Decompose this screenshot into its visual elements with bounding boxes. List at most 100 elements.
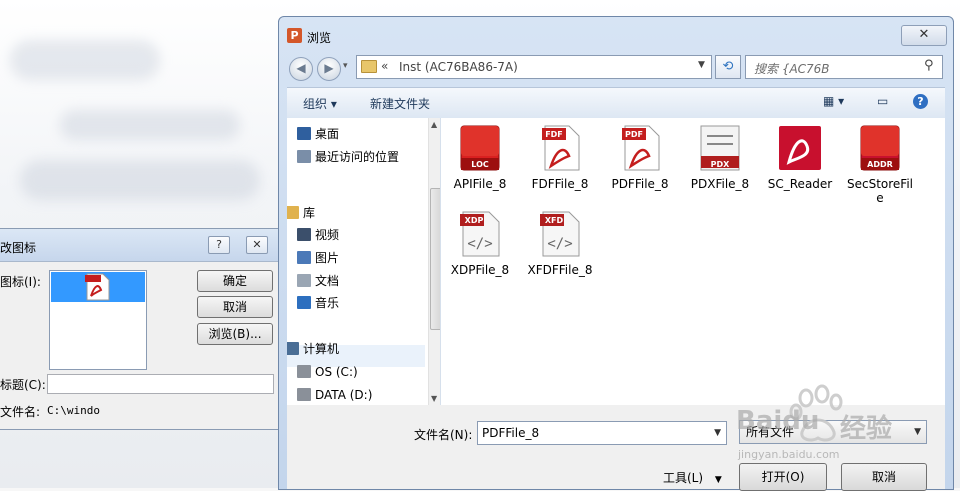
file-name: SecStoreFile [846, 177, 913, 205]
change-view-icon[interactable]: ▦ ▾ [823, 94, 844, 108]
nav-item[interactable]: OS (C:) [297, 362, 358, 382]
file-type-select[interactable]: 所有文件 ▼ [739, 420, 927, 444]
nav-item-label: OS (C:) [315, 365, 358, 379]
file-type-badge: PDF [625, 130, 643, 139]
filename-label: 文件名(N): [414, 428, 473, 442]
new-folder-button[interactable]: 新建文件夹 [370, 95, 430, 112]
recent-places-icon [297, 150, 311, 163]
nav-item[interactable]: 图片 [297, 248, 340, 268]
powerpoint-app-icon: P [287, 28, 302, 43]
file-name: FDFFile_8 [531, 177, 589, 191]
nav-item[interactable]: 音乐 [297, 293, 340, 313]
file-type-badge: ADDR [867, 160, 893, 169]
libraries-icon [287, 206, 299, 219]
address-dropdown-icon[interactable]: ▼ [698, 60, 705, 70]
filename-label: 文件名: [0, 405, 41, 419]
navigation-pane[interactable]: 桌面最近访问的位置库视频图片文档音乐计算机OS (C:)DATA (D:)pub… [287, 118, 441, 405]
music-icon [297, 296, 311, 309]
chevron-down-icon[interactable]: ▼ [914, 421, 921, 443]
chevron-down-icon: ▼ [714, 475, 722, 485]
nav-item-label: 计算机 [303, 342, 340, 356]
file-type-badge: XFD [544, 216, 564, 225]
dialog-title: 改图标 [0, 241, 37, 255]
icon-label: 图标(I): [0, 275, 41, 289]
file-type-value: 所有文件 [746, 425, 795, 439]
tools-menu-button[interactable]: 工具(L) ▼ [663, 469, 722, 486]
icon-list[interactable] [49, 270, 147, 370]
nav-item[interactable]: 库 [287, 203, 315, 223]
refresh-icon[interactable]: ⟲ [715, 55, 741, 79]
cancel-button[interactable]: 取消 [841, 463, 927, 491]
forward-arrow-icon[interactable]: ▶ [317, 57, 341, 81]
title-label: 标题(C): [0, 378, 46, 392]
file-list[interactable]: LOC APIFile_8 FDF FDFFile_8 PDF PDFFile_8 PDX P… [441, 118, 945, 405]
computer-icon [287, 342, 299, 355]
nav-item-label: 图片 [315, 251, 340, 265]
file-item[interactable]: LOC APIFile_8 [445, 124, 515, 191]
ok-button[interactable]: 确定 [197, 270, 273, 292]
preview-pane-icon[interactable]: ▭ [877, 94, 888, 108]
file-name: PDFFile_8 [611, 177, 669, 191]
nav-item-label: 最近访问的位置 [315, 150, 400, 164]
file-name: PDXFile_8 [690, 177, 750, 191]
folder-icon [361, 60, 377, 73]
cancel-button[interactable]: 取消 [197, 296, 273, 318]
pictures-icon [297, 251, 311, 264]
file-item[interactable]: FDF FDFFile_8 [525, 124, 595, 191]
nav-item[interactable]: 文档 [297, 271, 340, 291]
nav-item[interactable]: 桌面 [297, 124, 340, 144]
file-item[interactable]: </> XDP XDPFile_8 [445, 210, 515, 277]
organize-menu-button[interactable]: 组织 ▾ [303, 95, 337, 112]
nav-item-label: 音乐 [315, 296, 340, 310]
video-icon [297, 228, 311, 241]
chevron-down-icon[interactable]: ▼ [714, 422, 721, 444]
back-arrow-icon[interactable]: ◀ [289, 57, 313, 81]
filename-value: C:\windo [47, 404, 100, 417]
search-placeholder: 搜索 {AC76B [754, 62, 830, 76]
scroll-down-icon[interactable]: ▼ [431, 394, 437, 403]
file-item[interactable]: PDF PDFFile_8 [605, 124, 675, 191]
address-bar[interactable]: « Inst (AC76BA86-7A) ▼ [356, 55, 712, 79]
help-button[interactable]: ? [208, 236, 230, 254]
file-name: XFDFFile_8 [527, 263, 593, 277]
nav-item-label: 桌面 [315, 127, 340, 141]
command-toolbar: 组织 ▾ 新建文件夹 ▦ ▾ ▭ ? [287, 87, 945, 119]
close-icon[interactable]: ✕ [246, 236, 268, 254]
scrollbar-thumb[interactable] [430, 188, 440, 330]
selected-icon-cell[interactable] [51, 272, 145, 302]
scroll-up-icon[interactable]: ▲ [431, 120, 437, 129]
nav-item[interactable]: DATA (D:) [297, 385, 373, 405]
file-item[interactable]: SC_Reader [765, 124, 835, 191]
dialog-titlebar: 改图标 ? ✕ [0, 229, 280, 262]
pdf-icon [85, 273, 110, 301]
filename-value: PDFFile_8 [482, 426, 540, 440]
breadcrumb-overflow-icon[interactable]: « [381, 59, 388, 73]
title-field[interactable] [47, 374, 274, 394]
nav-item[interactable]: 最近访问的位置 [297, 147, 400, 167]
nav-item[interactable]: 计算机 [287, 339, 340, 359]
file-name: APIFile_8 [453, 177, 507, 191]
nav-scrollbar[interactable]: ▲ ▼ [428, 118, 440, 405]
file-type-badge: XDP [464, 216, 484, 225]
window-title: 浏览 [307, 31, 332, 45]
browse-button[interactable]: 浏览(B)... [197, 323, 273, 345]
drive-c-icon [297, 365, 311, 378]
search-icon[interactable]: ⚲ [924, 58, 934, 73]
file-name: SC_Reader [767, 177, 833, 191]
file-item[interactable]: </> XFD XFDFFile_8 [525, 210, 595, 277]
close-icon[interactable]: ✕ [901, 25, 947, 46]
nav-item-label: 文档 [315, 274, 340, 288]
help-icon[interactable]: ? [913, 94, 928, 109]
file-item[interactable]: ADDR SecStoreFile [845, 124, 915, 205]
nav-item-label: DATA (D:) [315, 388, 373, 402]
acrobat-reader-icon [779, 126, 821, 170]
search-box[interactable]: 搜索 {AC76B ⚲ [745, 55, 943, 79]
nav-item[interactable]: 视频 [297, 225, 339, 245]
window-titlebar: P 浏览 ✕ [279, 17, 953, 49]
file-type-badge: LOC [471, 160, 489, 169]
file-item[interactable]: PDX PDXFile_8 [685, 124, 755, 191]
recent-locations-dropdown-icon[interactable]: ▾ [343, 61, 348, 71]
filename-input[interactable]: PDFFile_8 ▼ [477, 421, 727, 445]
drive-d-icon [297, 388, 311, 401]
open-button[interactable]: 打开(O) [739, 463, 827, 491]
